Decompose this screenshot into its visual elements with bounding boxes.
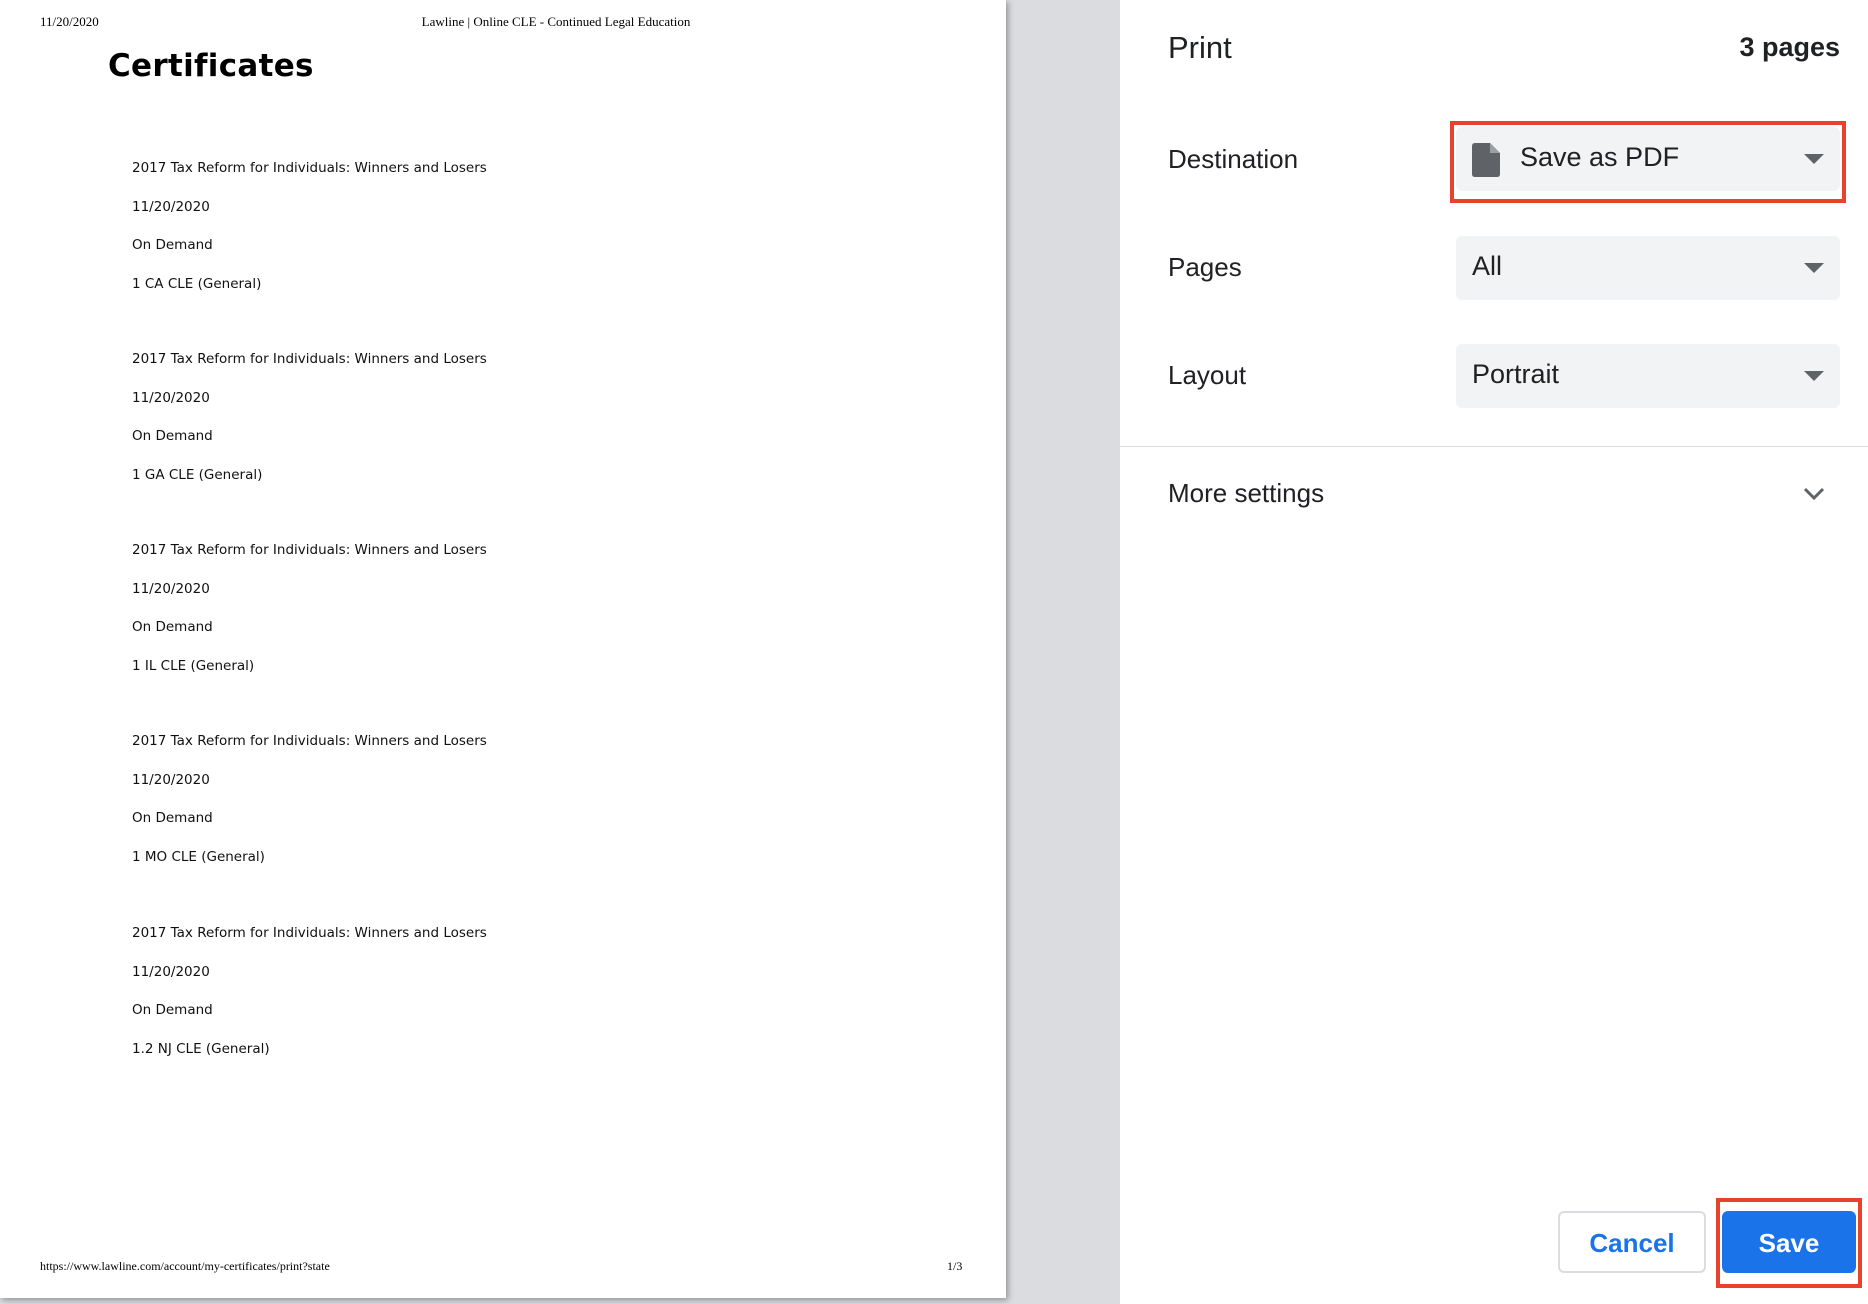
certificate-title: 2017 Tax Reform for Individuals: Winners… xyxy=(132,925,487,941)
layout-value: Portrait xyxy=(1472,359,1560,389)
pages-value: All xyxy=(1472,251,1503,281)
save-button[interactable]: Save xyxy=(1722,1211,1856,1273)
certificate-date: 11/20/2020 xyxy=(132,964,210,980)
cancel-button[interactable]: Cancel xyxy=(1558,1211,1706,1273)
destination-label: Destination xyxy=(1168,144,1299,174)
dropdown-arrow-icon xyxy=(1804,371,1824,381)
dropdown-arrow-icon xyxy=(1804,263,1824,273)
certificate-format: On Demand xyxy=(132,810,213,826)
document-heading: Certificates xyxy=(108,48,314,84)
print-settings-panel: Print 3 pages Destination Save as PDF Pa… xyxy=(1120,0,1868,1304)
destination-select[interactable]: Save as PDF xyxy=(1456,127,1840,191)
certificate-format: On Demand xyxy=(132,1002,213,1018)
certificate-format: On Demand xyxy=(132,237,213,253)
print-title: Print xyxy=(1168,30,1232,65)
certificate-title: 2017 Tax Reform for Individuals: Winners… xyxy=(132,542,487,558)
certificate-credit: 1 IL CLE (General) xyxy=(132,658,255,674)
certificate-credit: 1 GA CLE (General) xyxy=(132,467,263,483)
certificate-credit: 1.2 NJ CLE (General) xyxy=(132,1041,270,1057)
certificate-date: 11/20/2020 xyxy=(132,390,210,406)
certificate-title: 2017 Tax Reform for Individuals: Winners… xyxy=(132,351,487,367)
destination-value: Save as PDF xyxy=(1520,142,1680,172)
page-header-title: Lawline | Online CLE - Continued Legal E… xyxy=(421,14,691,29)
more-settings-toggle[interactable]: More settings xyxy=(1120,468,1868,528)
certificate-date: 11/20/2020 xyxy=(132,199,210,215)
document-icon xyxy=(1472,143,1500,177)
chevron-down-icon xyxy=(1803,487,1825,501)
page-footer-number: 1/3 xyxy=(947,1259,963,1273)
certificate-credit: 1 MO CLE (General) xyxy=(132,849,265,865)
certificate-date: 11/20/2020 xyxy=(132,772,210,788)
certificate-date: 11/20/2020 xyxy=(132,581,210,597)
dropdown-arrow-icon xyxy=(1804,154,1824,164)
certificate-title: 2017 Tax Reform for Individuals: Winners… xyxy=(132,733,487,749)
certificate-format: On Demand xyxy=(132,619,213,635)
certificate-title: 2017 Tax Reform for Individuals: Winners… xyxy=(132,160,487,176)
more-settings-label: More settings xyxy=(1168,478,1325,508)
certificate-credit: 1 CA CLE (General) xyxy=(132,276,262,292)
preview-page: 11/20/2020 Lawline | Online CLE - Contin… xyxy=(0,0,1006,1298)
print-preview-area: 11/20/2020 Lawline | Online CLE - Contin… xyxy=(0,0,1120,1304)
layout-select[interactable]: Portrait xyxy=(1456,344,1840,408)
section-divider xyxy=(1120,446,1868,447)
page-footer-url: https://www.lawline.com/account/my-certi… xyxy=(40,1259,330,1273)
pages-select[interactable]: All xyxy=(1456,236,1840,300)
layout-label: Layout xyxy=(1168,360,1247,390)
sheet-count: 3 pages xyxy=(1739,32,1840,62)
certificate-format: On Demand xyxy=(132,428,213,444)
pages-label: Pages xyxy=(1168,252,1242,282)
